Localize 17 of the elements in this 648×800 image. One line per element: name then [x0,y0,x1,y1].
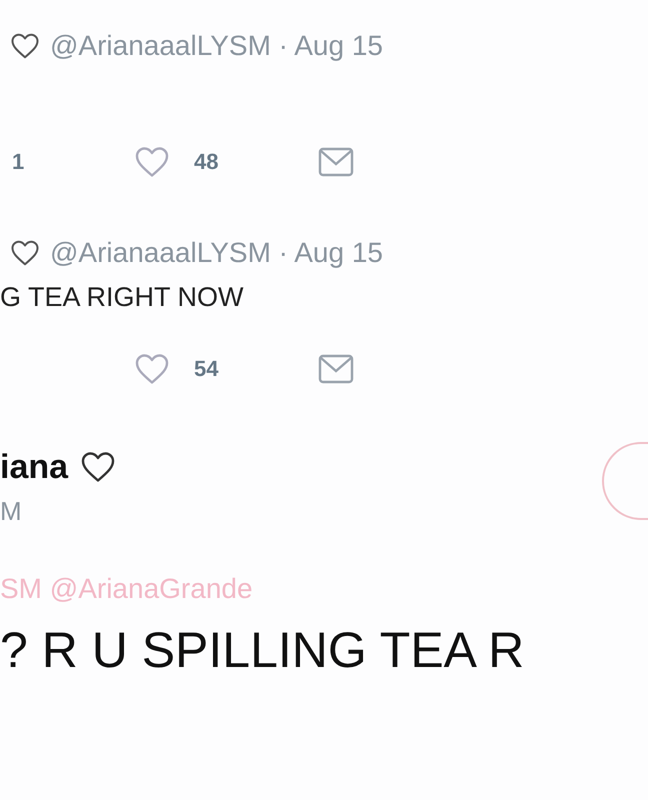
heart-icon [10,238,40,268]
author-name: iana [0,448,68,486]
replying-to-text: SM @ArianaGrande [0,573,254,605]
heart-icon [80,450,116,484]
like-count: 54 [194,356,218,382]
heart-icon [134,352,170,386]
reply-text: G TEA RIGHT NOW [0,281,245,313]
envelope-icon[interactable] [318,146,354,178]
tweet-text: ? R U SPILLING TEA R [0,621,526,679]
heart-icon [10,31,40,61]
reply-count: 1 [12,149,24,175]
like-count: 48 [194,149,218,175]
heart-icon [134,145,170,179]
envelope-icon[interactable] [318,353,354,385]
reply-author-handle[interactable]: @ArianaaalLYSM · Aug 15 [50,237,383,269]
author-handle: M [0,496,23,527]
reply-author-handle[interactable]: @ArianaaalLYSM · Aug 15 [50,30,383,62]
